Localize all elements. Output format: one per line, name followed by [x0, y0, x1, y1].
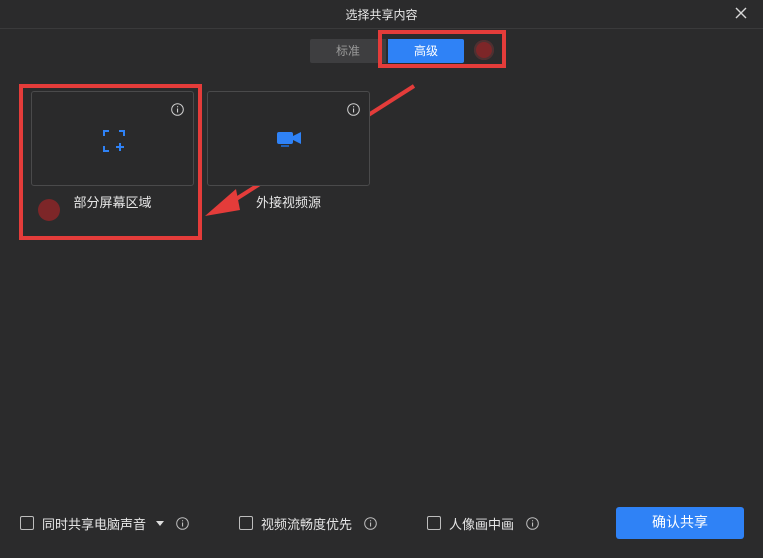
pip-label: 人像画中画	[449, 517, 515, 533]
option-pip: 人像画中画	[427, 508, 539, 538]
info-icon[interactable]	[347, 103, 360, 116]
annotation-highlight-card	[19, 84, 202, 240]
option-share-audio: 同时共享电脑声音	[20, 508, 189, 538]
title-divider	[0, 28, 763, 29]
title-bar: 选择共享内容	[0, 0, 763, 28]
option-video-smooth: 视频流畅度优先	[239, 508, 377, 538]
pip-checkbox[interactable]	[427, 516, 441, 530]
card-external-video[interactable]	[207, 91, 370, 186]
card-label-external: 外接视频源	[255, 196, 321, 211]
window-title: 选择共享内容	[345, 7, 418, 22]
video-smooth-label: 视频流畅度优先	[261, 517, 353, 533]
info-icon[interactable]	[176, 516, 189, 530]
share-audio-checkbox[interactable]	[20, 516, 34, 530]
camera-icon	[277, 132, 301, 147]
close-icon[interactable]	[733, 5, 749, 21]
chevron-down-icon[interactable]	[156, 520, 165, 526]
annotation-highlight-tab	[378, 30, 506, 68]
info-icon[interactable]	[364, 516, 377, 530]
share-audio-label: 同时共享电脑声音	[42, 517, 147, 533]
tab-standard[interactable]: 标准	[310, 39, 386, 63]
confirm-share-button[interactable]: 确认共享	[616, 507, 744, 539]
info-icon[interactable]	[526, 516, 539, 530]
video-smooth-checkbox[interactable]	[239, 516, 253, 530]
